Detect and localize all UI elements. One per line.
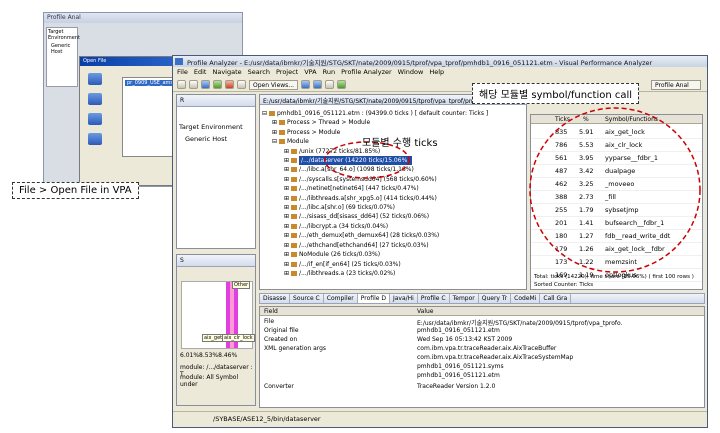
annotation-symbol-call: 해당 모듈별 symbol/function call (472, 83, 640, 104)
annotation-ellipse-symbols (529, 107, 701, 273)
annotation-module-ticks: 모듈별 수행 ticks (362, 138, 438, 149)
annotation-layer (324, 107, 701, 273)
annotation-open-file: File > Open File in VPA (12, 182, 139, 199)
